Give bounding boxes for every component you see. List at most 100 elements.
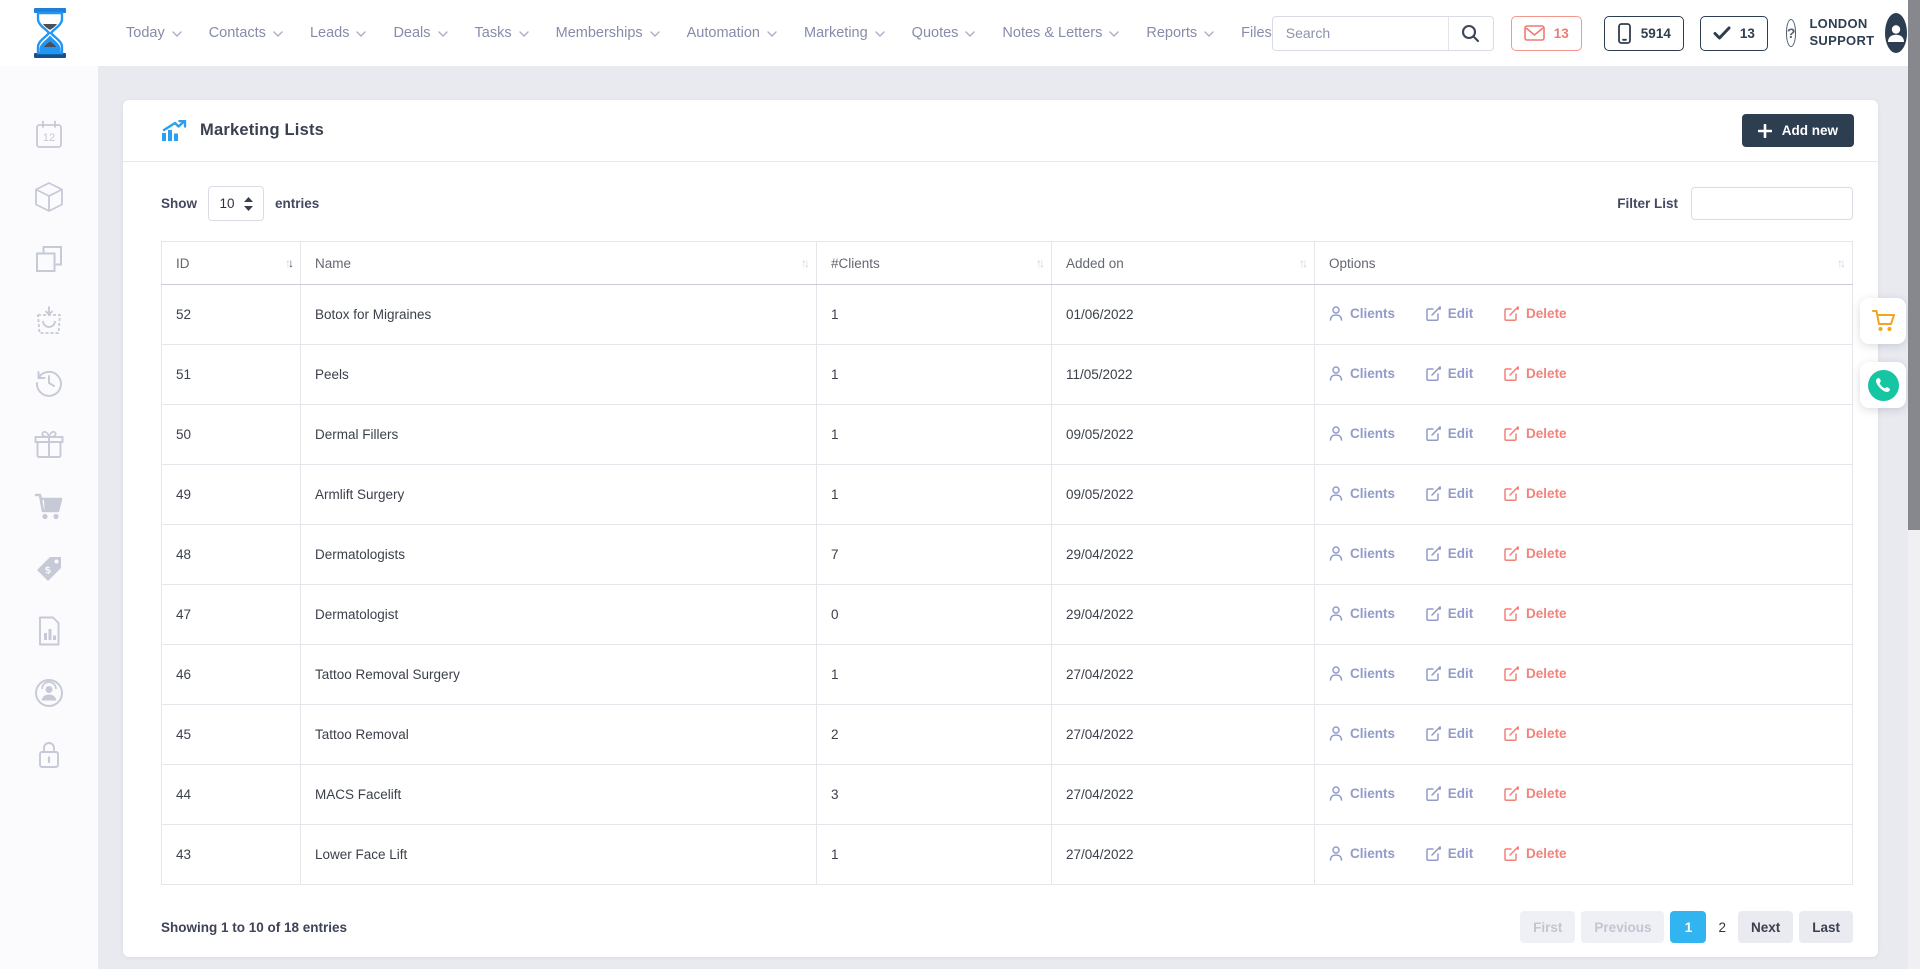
nav-item-label: Contacts xyxy=(209,25,266,41)
nav-item-tasks[interactable]: Tasks xyxy=(475,25,529,41)
cell-clients: 1 xyxy=(817,645,1052,705)
nav-item-quotes[interactable]: Quotes xyxy=(912,25,976,41)
nav-item-automation[interactable]: Automation xyxy=(687,25,777,41)
gift-icon[interactable] xyxy=(29,426,69,464)
nav-item-files[interactable]: Files xyxy=(1241,25,1272,41)
nav-item-contacts[interactable]: Contacts xyxy=(209,25,283,41)
delete-link[interactable]: Delete xyxy=(1504,546,1567,561)
clients-link[interactable]: Clients xyxy=(1329,786,1395,801)
edit-link[interactable]: Edit xyxy=(1426,726,1474,741)
nav-item-leads[interactable]: Leads xyxy=(310,25,367,41)
duplicate-icon[interactable] xyxy=(29,240,69,278)
messages-badge[interactable]: 13 xyxy=(1511,16,1582,51)
delete-link[interactable]: Delete xyxy=(1504,606,1567,621)
clients-link[interactable]: Clients xyxy=(1329,366,1395,381)
nav-item-notes-letters[interactable]: Notes & Letters xyxy=(1002,25,1119,41)
cart-quick-button[interactable] xyxy=(1860,298,1906,344)
cell-added-on: 09/05/2022 xyxy=(1052,465,1315,525)
cell-clients: 2 xyxy=(817,705,1052,765)
page-size-select[interactable]: 10 xyxy=(208,186,264,221)
column-header[interactable]: ID ↑↓ xyxy=(162,242,301,285)
price-tag-icon[interactable]: $ xyxy=(29,550,69,588)
column-header[interactable]: #Clients ↑↓ xyxy=(817,242,1052,285)
bag-download-icon[interactable] xyxy=(29,302,69,340)
page-button-next[interactable]: Next xyxy=(1738,911,1793,943)
edit-link[interactable]: Edit xyxy=(1426,666,1474,681)
app-logo-hourglass-icon[interactable] xyxy=(30,7,70,59)
nav-item-today[interactable]: Today xyxy=(126,25,182,41)
phone-quick-button[interactable] xyxy=(1860,362,1906,408)
edit-link[interactable]: Edit xyxy=(1426,366,1474,381)
edit-link[interactable]: Edit xyxy=(1426,606,1474,621)
search-input[interactable] xyxy=(1273,17,1448,50)
delete-link[interactable]: Delete xyxy=(1504,486,1567,501)
search-button[interactable] xyxy=(1448,17,1493,50)
table-footer: Showing 1 to 10 of 18 entries FirstPrevi… xyxy=(161,911,1853,943)
support-person-icon[interactable] xyxy=(29,674,69,712)
page-button-2[interactable]: 2 xyxy=(1712,911,1732,943)
delete-link[interactable]: Delete xyxy=(1504,306,1567,321)
nav-item-deals[interactable]: Deals xyxy=(393,25,447,41)
nav-item-marketing[interactable]: Marketing xyxy=(804,25,885,41)
delete-link[interactable]: Delete xyxy=(1504,666,1567,681)
column-header[interactable]: Added on ↑↓ xyxy=(1052,242,1315,285)
calls-badge[interactable]: 5914 xyxy=(1604,16,1684,51)
cell-added-on: 29/04/2022 xyxy=(1052,525,1315,585)
page-button-1[interactable]: 1 xyxy=(1670,911,1706,943)
nav-item-label: Notes & Letters xyxy=(1002,25,1102,41)
delete-link[interactable]: Delete xyxy=(1504,366,1567,381)
clients-link[interactable]: Clients xyxy=(1329,846,1395,861)
page-button-last[interactable]: Last xyxy=(1799,911,1853,943)
column-header[interactable]: Name ↑↓ xyxy=(301,242,817,285)
delete-icon xyxy=(1504,726,1519,741)
cell-id: 50 xyxy=(162,405,301,465)
filter-input[interactable] xyxy=(1691,187,1853,220)
edit-link[interactable]: Edit xyxy=(1426,486,1474,501)
edit-link[interactable]: Edit xyxy=(1426,786,1474,801)
clients-link[interactable]: Clients xyxy=(1329,546,1395,561)
add-new-button[interactable]: Add new xyxy=(1742,114,1854,147)
svg-text:12: 12 xyxy=(43,132,55,144)
marketing-lists-card: Marketing Lists Add new Show 10 entries … xyxy=(123,100,1878,957)
avatar[interactable] xyxy=(1885,13,1907,53)
chevron-down-icon xyxy=(1109,31,1119,37)
delete-icon xyxy=(1504,426,1519,441)
clients-link[interactable]: Clients xyxy=(1329,306,1395,321)
clients-link[interactable]: Clients xyxy=(1329,726,1395,741)
delete-link[interactable]: Delete xyxy=(1504,846,1567,861)
edit-link[interactable]: Edit xyxy=(1426,546,1474,561)
history-icon[interactable] xyxy=(29,364,69,402)
cell-name: Lower Face Lift xyxy=(301,825,817,885)
lock-icon[interactable] xyxy=(29,736,69,774)
delete-link[interactable]: Delete xyxy=(1504,726,1567,741)
tasks-badge[interactable]: 13 xyxy=(1700,16,1768,51)
edit-icon xyxy=(1426,726,1441,741)
page-button-first[interactable]: First xyxy=(1520,911,1575,943)
calendar-icon[interactable]: 12 xyxy=(29,116,69,154)
cart-icon[interactable] xyxy=(29,488,69,526)
chevron-down-icon xyxy=(519,31,529,37)
page-button-previous[interactable]: Previous xyxy=(1581,911,1664,943)
edit-link[interactable]: Edit xyxy=(1426,306,1474,321)
edit-icon xyxy=(1426,786,1441,801)
table-wrap: ID ↑↓ Name ↑↓ #Clients ↑↓ Added on ↑↓ Op… xyxy=(161,241,1853,885)
cell-options: Clients Edit Delete xyxy=(1315,405,1853,465)
report-document-icon[interactable] xyxy=(29,612,69,650)
help-button[interactable]: ? xyxy=(1786,19,1797,47)
edit-link[interactable]: Edit xyxy=(1426,426,1474,441)
edit-link[interactable]: Edit xyxy=(1426,846,1474,861)
sort-icon: ↑↓ xyxy=(285,256,291,270)
nav-item-memberships[interactable]: Memberships xyxy=(556,25,660,41)
nav-item-reports[interactable]: Reports xyxy=(1146,25,1214,41)
clients-link[interactable]: Clients xyxy=(1329,666,1395,681)
scrollbar-thumb[interactable] xyxy=(1908,0,1920,530)
column-header[interactable]: Options ↑↓ xyxy=(1315,242,1853,285)
cell-options: Clients Edit Delete xyxy=(1315,765,1853,825)
delete-link[interactable]: Delete xyxy=(1504,786,1567,801)
clients-link[interactable]: Clients xyxy=(1329,606,1395,621)
clients-link[interactable]: Clients xyxy=(1329,426,1395,441)
delete-link[interactable]: Delete xyxy=(1504,426,1567,441)
cube-icon[interactable] xyxy=(29,178,69,216)
clients-link[interactable]: Clients xyxy=(1329,486,1395,501)
plus-icon xyxy=(1758,124,1772,138)
